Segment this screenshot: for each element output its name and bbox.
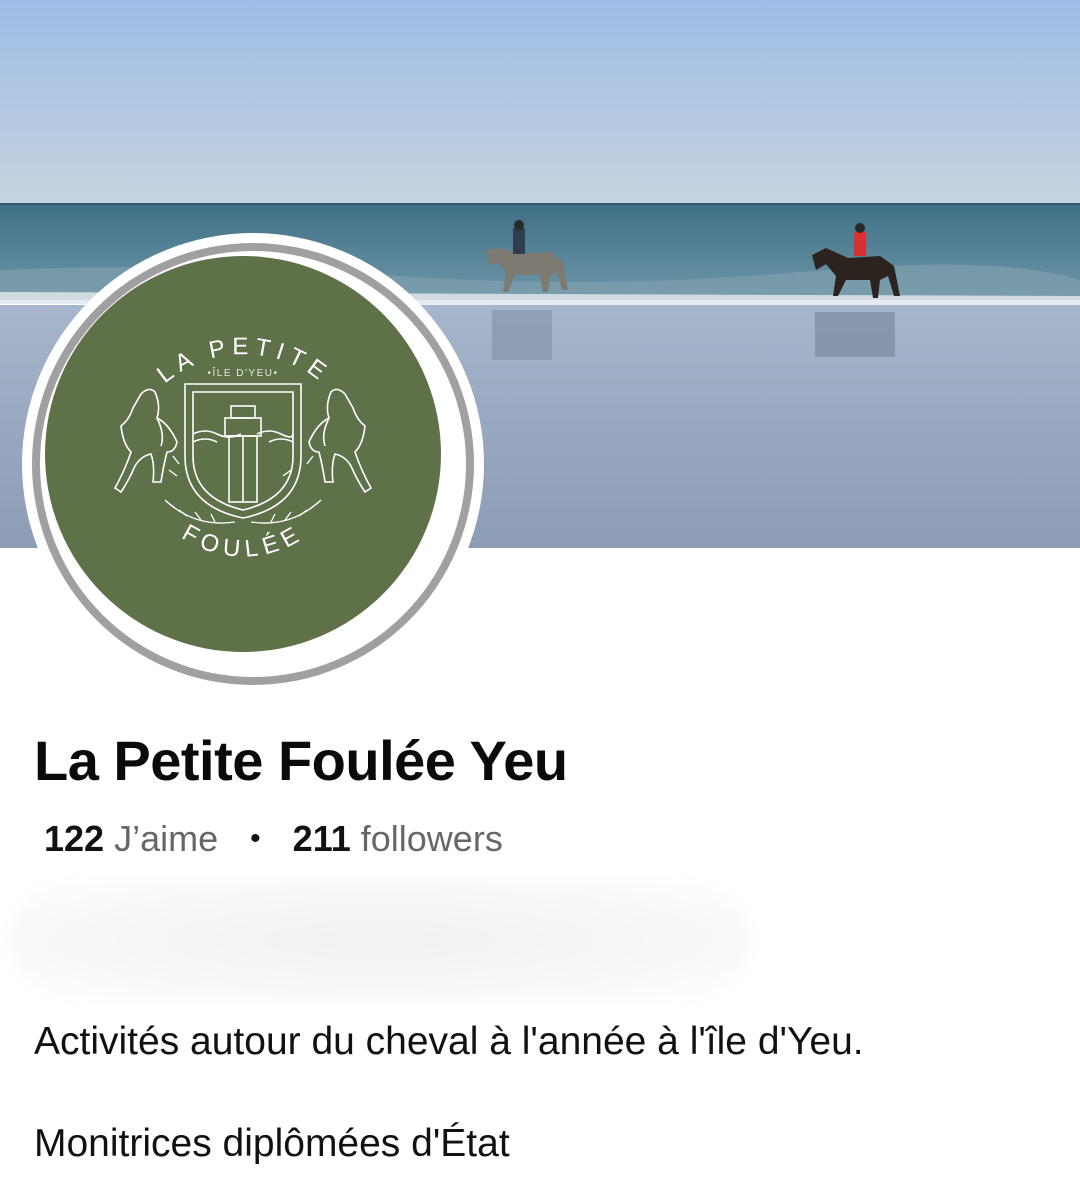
- logo-text-sub: •ÎLE D'YEU•: [208, 366, 279, 379]
- followers-label[interactable]: followers: [361, 818, 503, 859]
- followers-count[interactable]: 211: [293, 818, 351, 859]
- page-title: La Petite Foulée Yeu: [34, 729, 568, 792]
- logo-text-bottom: FOULÉE: [178, 519, 309, 563]
- stats-separator: •: [250, 822, 261, 855]
- bio-line-2: Monitrices diplômées d'État: [34, 1122, 510, 1165]
- redacted-region: [10, 880, 750, 1000]
- page-stats: 122 J’aime • 211 followers: [44, 818, 503, 860]
- right-horse-icon: [308, 388, 373, 494]
- likes-count[interactable]: 122: [44, 818, 104, 859]
- logo-text-top: LA PETITE: [152, 333, 336, 388]
- profile-picture[interactable]: LA PETITE •ÎLE D'YEU• FOULÉE: [22, 233, 484, 695]
- bio-line-1: Activités autour du cheval à l'année à l…: [34, 1020, 864, 1063]
- likes-label[interactable]: J’aime: [114, 818, 218, 859]
- brand-logo: LA PETITE •ÎLE D'YEU• FOULÉE: [45, 256, 441, 652]
- crest-icon: [184, 383, 302, 519]
- left-horse-icon: [113, 388, 178, 494]
